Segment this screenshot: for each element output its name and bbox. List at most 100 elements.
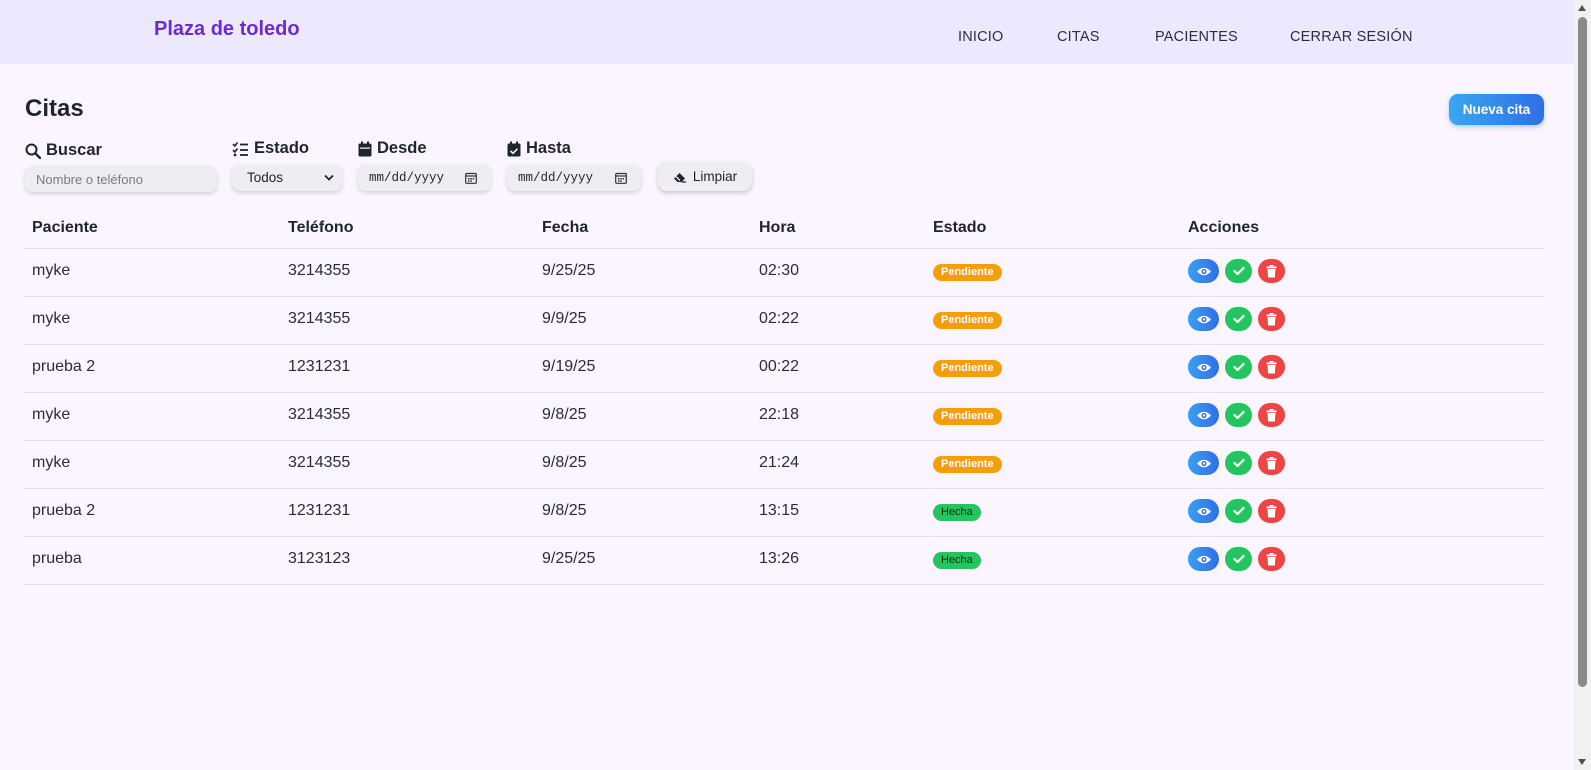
confirm-button[interactable]: [1225, 451, 1252, 475]
delete-button[interactable]: [1258, 307, 1285, 331]
vertical-scrollbar[interactable]: [1574, 0, 1591, 770]
delete-button[interactable]: [1258, 547, 1285, 571]
cell-date: 9/9/25: [542, 310, 587, 327]
column-header-estado: Estado: [933, 219, 987, 236]
view-button[interactable]: [1188, 499, 1219, 523]
cell-phone: 3123123: [288, 550, 351, 567]
view-button[interactable]: [1188, 547, 1219, 571]
cell-patient: prueba 2: [32, 502, 96, 519]
status-badge: Pendiente: [933, 360, 1002, 377]
view-button[interactable]: [1188, 355, 1219, 379]
new-appointment-button[interactable]: Nueva cita: [1449, 94, 1544, 125]
eye-icon: [1196, 267, 1211, 275]
row-actions: [1188, 451, 1285, 475]
nav-link-cerrar-sesion[interactable]: CERRAR SESIÓN: [1290, 29, 1413, 45]
confirm-button[interactable]: [1225, 403, 1252, 427]
cell-date: 9/8/25: [542, 502, 587, 519]
cell-patient: prueba: [32, 550, 82, 567]
search-icon: [25, 143, 41, 159]
eye-icon: [1196, 315, 1211, 323]
check-icon: [1232, 362, 1245, 372]
calendar-check-icon: [507, 141, 521, 156]
check-icon: [1232, 410, 1245, 420]
table-header: Paciente Teléfono Fecha Hora Estado Acci…: [24, 209, 1545, 249]
delete-button[interactable]: [1258, 451, 1285, 475]
table-row: myke 3214355 9/8/25 21:24 Pendiente: [24, 441, 1545, 489]
cell-patient: myke: [32, 454, 71, 471]
status-badge: Pendiente: [933, 312, 1002, 329]
confirm-button[interactable]: [1225, 307, 1252, 331]
top-navbar: Plaza de toledo INICIO CITAS PACIENTES C…: [0, 0, 1574, 64]
appointments-table: Paciente Teléfono Fecha Hora Estado Acci…: [24, 209, 1545, 585]
cell-time: 13:15: [759, 502, 800, 519]
delete-button[interactable]: [1258, 499, 1285, 523]
confirm-button[interactable]: [1225, 259, 1252, 283]
checklist-icon: [232, 141, 248, 156]
view-button[interactable]: [1188, 403, 1219, 427]
cell-phone: 3214355: [288, 310, 351, 327]
brand-logo-text[interactable]: Plaza de toledo: [154, 18, 300, 41]
confirm-button[interactable]: [1225, 499, 1252, 523]
trash-icon: [1266, 552, 1277, 565]
calendar-picker-icon[interactable]: [465, 172, 477, 184]
cell-phone: 3214355: [288, 262, 351, 279]
eye-icon: [1196, 363, 1211, 371]
delete-button[interactable]: [1258, 403, 1285, 427]
view-button[interactable]: [1188, 307, 1219, 331]
search-label: Buscar: [25, 141, 102, 160]
trash-icon: [1266, 360, 1277, 373]
cell-patient: myke: [32, 310, 71, 327]
delete-button[interactable]: [1258, 259, 1285, 283]
row-actions: [1188, 307, 1285, 331]
status-select[interactable]: Todos: [232, 164, 342, 191]
table-row: prueba 3123123 9/25/25 13:26 Hecha: [24, 537, 1545, 585]
search-input[interactable]: [25, 166, 217, 192]
cell-phone: 1231231: [288, 502, 351, 519]
cell-date: 9/19/25: [542, 358, 596, 375]
confirm-button[interactable]: [1225, 355, 1252, 379]
cell-phone: 3214355: [288, 406, 351, 423]
nav-link-citas[interactable]: CITAS: [1057, 29, 1100, 45]
table-row: prueba 2 1231231 9/19/25 00:22 Pendiente: [24, 345, 1545, 393]
trash-icon: [1266, 504, 1277, 517]
view-button[interactable]: [1188, 451, 1219, 475]
status-label: Estado: [232, 139, 309, 158]
table-row: prueba 2 1231231 9/8/25 13:15 Hecha: [24, 489, 1545, 537]
column-header-fecha: Fecha: [542, 219, 589, 236]
cell-time: 02:22: [759, 310, 800, 327]
chevron-down-icon: [324, 174, 334, 181]
to-label-text: Hasta: [526, 139, 571, 157]
table-row: myke 3214355 9/9/25 02:22 Pendiente: [24, 297, 1545, 345]
eye-icon: [1196, 555, 1211, 563]
from-date-input[interactable]: mm/dd/yyyy: [358, 164, 491, 191]
eye-icon: [1196, 459, 1211, 467]
trash-icon: [1266, 408, 1277, 421]
row-actions: [1188, 259, 1285, 283]
to-date-input[interactable]: mm/dd/yyyy: [507, 164, 641, 191]
nav-link-inicio[interactable]: INICIO: [958, 29, 1004, 45]
nav-link-pacientes[interactable]: PACIENTES: [1155, 29, 1238, 45]
from-label: Desde: [358, 139, 427, 158]
table-body: myke 3214355 9/25/25 02:30 Pendiente myke 3214…: [24, 249, 1545, 585]
scroll-down-arrow-icon[interactable]: [1578, 759, 1586, 765]
cell-time: 21:24: [759, 454, 800, 471]
confirm-button[interactable]: [1225, 547, 1252, 571]
column-header-acciones: Acciones: [1188, 219, 1260, 236]
cell-phone: 3214355: [288, 454, 351, 471]
cell-date: 9/25/25: [542, 262, 596, 279]
eraser-icon: [673, 172, 686, 183]
check-icon: [1232, 458, 1245, 468]
calendar-picker-icon[interactable]: [615, 172, 627, 184]
scrollbar-thumb[interactable]: [1578, 17, 1587, 687]
cell-patient: myke: [32, 262, 71, 279]
scroll-up-arrow-icon[interactable]: [1578, 5, 1586, 11]
view-button[interactable]: [1188, 259, 1219, 283]
cell-patient: myke: [32, 406, 71, 423]
status-badge: Hecha: [933, 552, 981, 569]
delete-button[interactable]: [1258, 355, 1285, 379]
eye-icon: [1196, 507, 1211, 515]
status-badge: Hecha: [933, 504, 981, 521]
from-date-placeholder: mm/dd/yyyy: [369, 170, 445, 185]
check-icon: [1232, 314, 1245, 324]
clear-filters-button[interactable]: Limpiar: [658, 162, 752, 191]
